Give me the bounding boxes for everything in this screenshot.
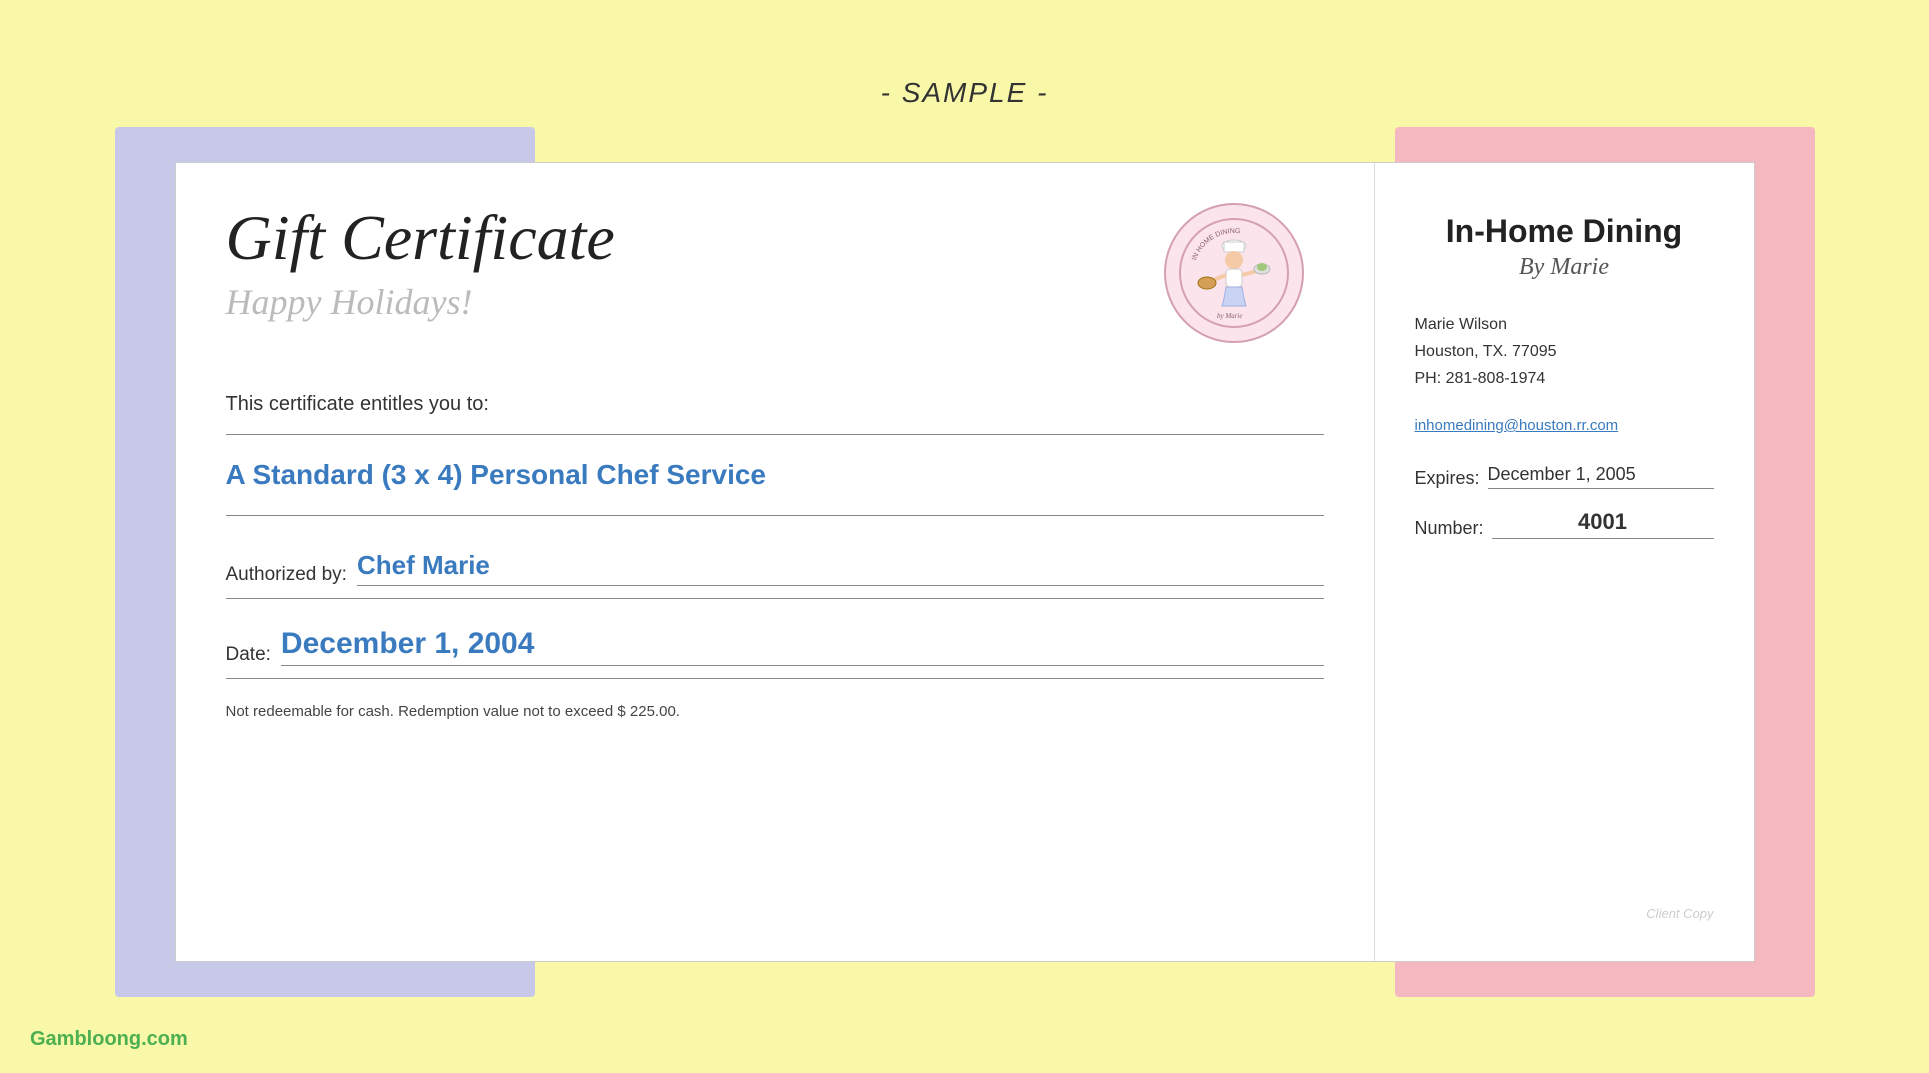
svg-text:by Marie: by Marie [1217,312,1242,320]
cert-right: In-Home Dining By Marie Marie Wilson Hou… [1374,163,1754,961]
authorized-row: Authorized by: Chef Marie [226,550,1324,586]
cert-left: Gift Certificate Happy Holidays! IN HOME… [176,163,1374,961]
service-name: A Standard (3 x 4) Personal Chef Service [226,441,1324,509]
cert-title-block: Gift Certificate Happy Holidays! [226,203,1124,373]
authorized-value: Chef Marie [357,550,1324,586]
number-row: Number: 4001 [1415,509,1714,539]
divider-authorized [226,598,1324,599]
client-copy-watermark: Client Copy [1415,906,1714,921]
certificate: Gift Certificate Happy Holidays! IN HOME… [175,162,1755,962]
contact-block: Marie Wilson Houston, TX. 77095 PH: 281-… [1415,311,1714,393]
date-label: Date: [226,644,271,666]
divider-date [226,678,1324,679]
entitles-text: This certificate entitles you to: [226,393,1324,416]
authorized-label: Authorized by: [226,564,347,586]
date-row: Date: December 1, 2004 [226,627,1324,666]
expires-label: Expires: [1415,468,1480,489]
divider-top [226,434,1324,435]
expires-value: December 1, 2005 [1488,464,1714,489]
contact-phone: PH: 281-808-1974 [1415,365,1714,392]
number-label: Number: [1415,518,1484,539]
number-value: 4001 [1492,509,1714,539]
sample-label: - SAMPLE - [881,77,1049,109]
outer-frame: Gift Certificate Happy Holidays! IN HOME… [115,127,1815,997]
contact-email: inhomedining@houston.rr.com [1415,417,1714,434]
fine-print: Not redeemable for cash. Redemption valu… [226,703,1324,720]
gift-certificate-title: Gift Certificate [226,203,1124,273]
cert-top-row: Gift Certificate Happy Holidays! IN HOME… [226,203,1324,373]
chef-logo-svg: IN HOME DINING [1179,218,1289,328]
business-subtitle: By Marie [1415,254,1714,281]
site-watermark: Gambloong.com [30,1028,188,1051]
happy-holidays: Happy Holidays! [226,281,1124,323]
logo-circle: IN HOME DINING [1164,203,1304,343]
business-name: In-Home Dining [1415,213,1714,250]
logo-block: IN HOME DINING [1144,203,1324,343]
expires-row: Expires: December 1, 2005 [1415,464,1714,489]
contact-address: Houston, TX. 77095 [1415,338,1714,365]
date-value: December 1, 2004 [281,627,1324,666]
divider-bottom [226,515,1324,516]
contact-name: Marie Wilson [1415,311,1714,338]
